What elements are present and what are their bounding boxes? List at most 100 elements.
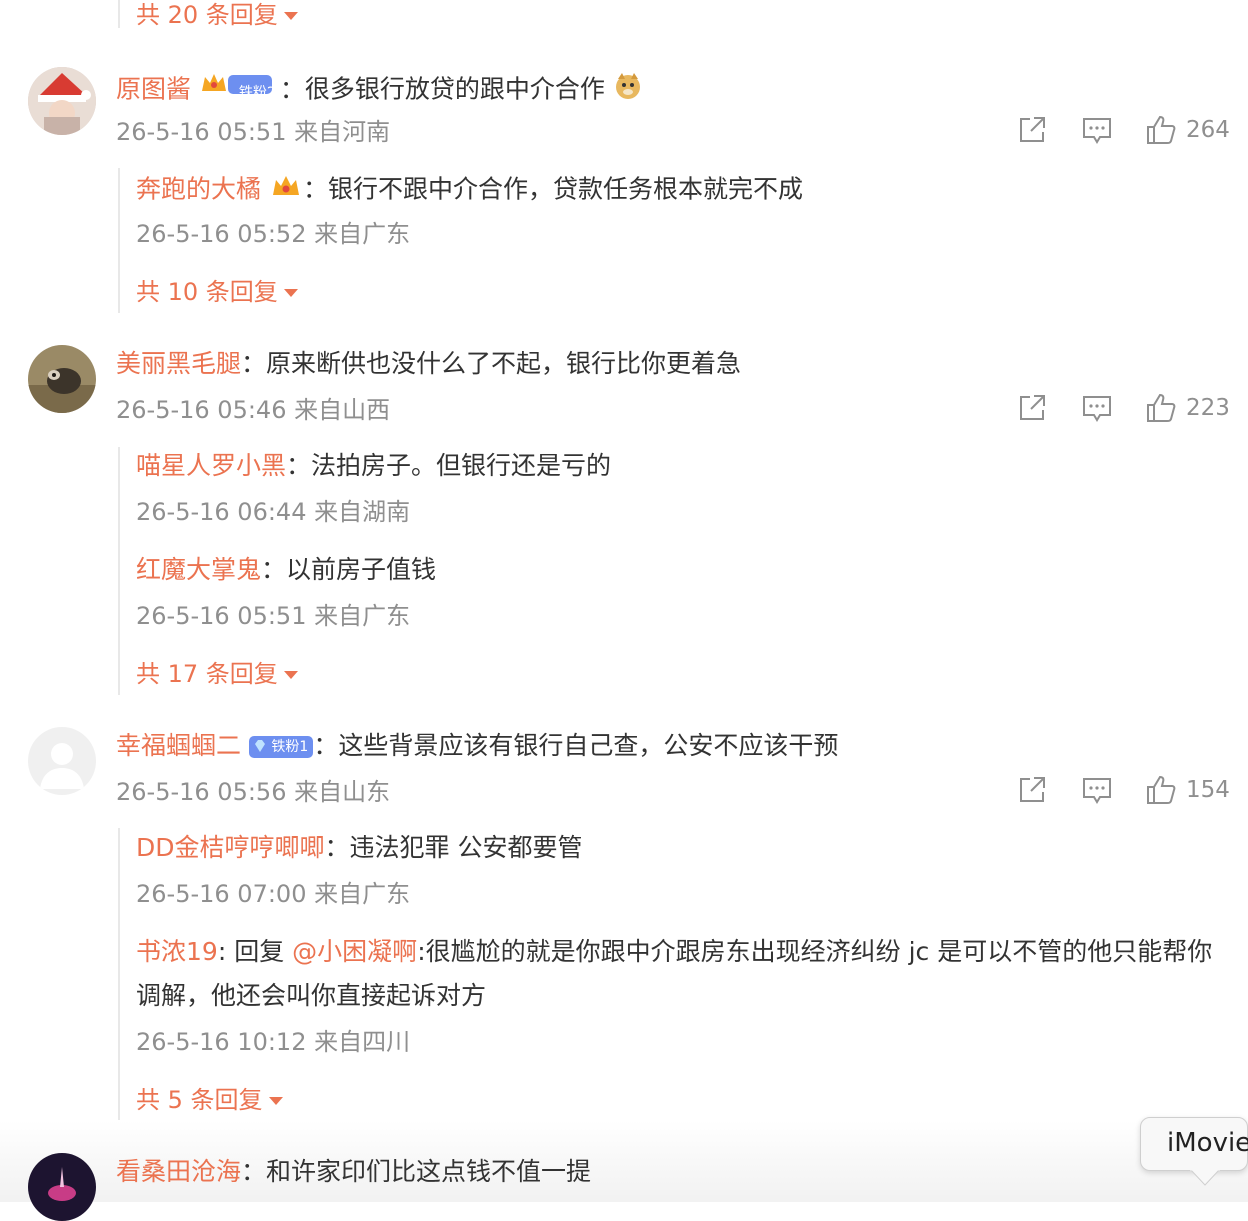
like-button[interactable]: 264	[1144, 113, 1230, 147]
more-replies-link[interactable]: 共 17 条回复	[136, 659, 298, 689]
diamond-icon	[254, 740, 265, 752]
like-count: 154	[1186, 777, 1230, 803]
share-button[interactable]	[1015, 773, 1049, 807]
reply-line: 奔跑的大橘 ：银行不跟中介合作，贷款任务根本就完不成	[136, 171, 803, 210]
separator: ：	[279, 74, 305, 104]
reply-username[interactable]: DD金桔哼哼唧唧	[136, 833, 325, 862]
separator: :	[417, 937, 426, 966]
reply-body: 法拍房子。但银行还是亏的	[311, 451, 612, 480]
more-replies-link[interactable]: 共 5 条回复	[136, 1085, 283, 1115]
chevron-down-icon	[283, 12, 298, 20]
fan-badge-label: 铁粉2	[238, 85, 276, 101]
separator: :	[217, 937, 227, 966]
avatar-image	[28, 345, 96, 413]
thumbs-up-icon	[1147, 775, 1176, 804]
reply-line: DD金桔哼哼唧唧：违法犯罪 公安都要管	[136, 831, 582, 865]
chevron-down-icon	[283, 671, 298, 679]
reply-line: 喵星人罗小黑：法拍房子。但银行还是亏的	[136, 449, 611, 483]
username[interactable]: 看桑田沧海	[116, 1157, 241, 1186]
reply-username[interactable]: 红魔大掌鬼	[136, 555, 261, 584]
mention-link[interactable]: @小困凝啊	[292, 937, 417, 966]
username[interactable]: 美丽黑毛腿	[116, 349, 241, 378]
thumbs-up-icon	[1147, 393, 1176, 422]
imovie-tooltip-label: iMovie	[1167, 1128, 1248, 1158]
like-button[interactable]: 223	[1144, 391, 1230, 425]
comment-icon	[1083, 396, 1111, 422]
more-replies-label: 共 17 条回复	[136, 660, 278, 688]
separator: ：	[261, 555, 287, 584]
separator: ：	[313, 731, 339, 760]
reply-username[interactable]: 奔跑的大橘	[136, 175, 261, 204]
reply-meta: 26-5-16 05:52 来自广东	[136, 220, 411, 248]
tooltip-pointer-icon	[1190, 1169, 1220, 1186]
separator: ：	[241, 1157, 267, 1186]
reply-body: 以前房子值钱	[286, 555, 437, 584]
comment-line: 看桑田沧海：和许家印们比这点钱不值一提	[116, 1155, 591, 1189]
more-replies-label: 共 10 条回复	[136, 278, 278, 306]
comment-button[interactable]	[1080, 113, 1114, 147]
avatar-image	[28, 67, 96, 135]
like-count: 223	[1186, 395, 1230, 421]
reply-prefix: 回复	[234, 937, 285, 966]
separator: ：	[286, 451, 312, 480]
chevron-down-icon	[283, 289, 298, 297]
like-count: 264	[1186, 117, 1230, 143]
avatar[interactable]	[28, 67, 96, 135]
doge-emoji-icon	[613, 71, 643, 110]
reply-line: 书浓19: 回复 @小困凝啊:很尴尬的就是你跟中介跟房东出现经济纠纷 jc 是可…	[136, 930, 1216, 1018]
default-avatar-icon	[28, 727, 96, 795]
reply-meta: 26-5-16 05:51 来自广东	[136, 602, 411, 630]
comment-line: 美丽黑毛腿：原来断供也没什么了不起，银行比你更着急	[116, 347, 741, 381]
comment-icon	[1083, 778, 1111, 804]
avatar[interactable]	[28, 1153, 96, 1221]
comment-button[interactable]	[1080, 773, 1114, 807]
chevron-down-icon	[268, 1097, 283, 1105]
share-icon	[1020, 777, 1045, 802]
comment-body: 很多银行放贷的跟中介合作	[304, 74, 605, 104]
reply-body: 银行不跟中介合作，贷款任务根本就完不成	[327, 174, 803, 204]
thumbs-up-icon	[1147, 115, 1176, 144]
share-icon	[1020, 117, 1045, 142]
reply-block	[118, 447, 120, 695]
fan-badge[interactable]: 铁粉1	[248, 736, 314, 758]
reply-line: 红魔大掌鬼：以前房子值钱	[136, 553, 436, 587]
comment-meta: 26-5-16 05:51 来自河南	[116, 118, 391, 146]
comment-meta: 26-5-16 05:56 来自山东	[116, 778, 391, 806]
reply-meta: 26-5-16 07:00 来自广东	[136, 880, 411, 908]
comment-body: 和许家印们比这点钱不值一提	[266, 1157, 592, 1186]
reply-block	[118, 168, 120, 313]
imovie-tooltip[interactable]: iMovie	[1140, 1117, 1248, 1171]
more-replies-label: 共 20 条回复	[136, 1, 278, 29]
more-replies-link[interactable]: 共 10 条回复	[136, 277, 298, 307]
reply-meta: 26-5-16 10:12 来自四川	[136, 1028, 411, 1056]
share-button[interactable]	[1015, 391, 1049, 425]
comment-body: 这些背景应该有银行自己查，公安不应该干预	[338, 731, 839, 760]
comment-meta: 26-5-16 05:46 来自山西	[116, 396, 391, 424]
more-replies-link[interactable]: 共 20 条回复	[136, 0, 298, 30]
reply-meta: 26-5-16 06:44 来自湖南	[136, 498, 411, 526]
comment-button[interactable]	[1080, 391, 1114, 425]
username[interactable]: 幸福蝈蝈二	[116, 731, 241, 760]
comment-icon	[1083, 118, 1111, 144]
like-button[interactable]: 154	[1144, 773, 1230, 807]
avatar[interactable]	[28, 345, 96, 413]
share-icon	[1020, 395, 1045, 420]
comment-line: 幸福蝈蝈二 铁粉1 ：这些背景应该有银行自己查，公安不应该干预	[116, 729, 838, 763]
reply-block	[118, 828, 120, 1120]
reply-username[interactable]: 喵星人罗小黑	[136, 451, 286, 480]
fan-badge-label: 铁粉1	[271, 739, 309, 755]
crown-icon	[269, 171, 303, 210]
avatar[interactable]	[28, 727, 96, 795]
username[interactable]: 原图酱	[116, 75, 191, 104]
share-button[interactable]	[1015, 113, 1049, 147]
separator: ：	[302, 174, 328, 204]
reply-username[interactable]: 书浓19	[136, 937, 218, 966]
separator: ：	[241, 349, 267, 378]
separator: ：	[324, 833, 350, 862]
comment-line: 原图酱 铁粉2 ：很多银行放贷的跟中介合作	[116, 69, 643, 112]
avatar-image	[28, 1153, 96, 1221]
reply-block-partial	[118, 0, 120, 28]
reply-body: 违法犯罪 公安都要管	[349, 833, 583, 862]
more-replies-label: 共 5 条回复	[136, 1086, 263, 1114]
comment-body: 原来断供也没什么了不起，银行比你更着急	[266, 349, 742, 378]
